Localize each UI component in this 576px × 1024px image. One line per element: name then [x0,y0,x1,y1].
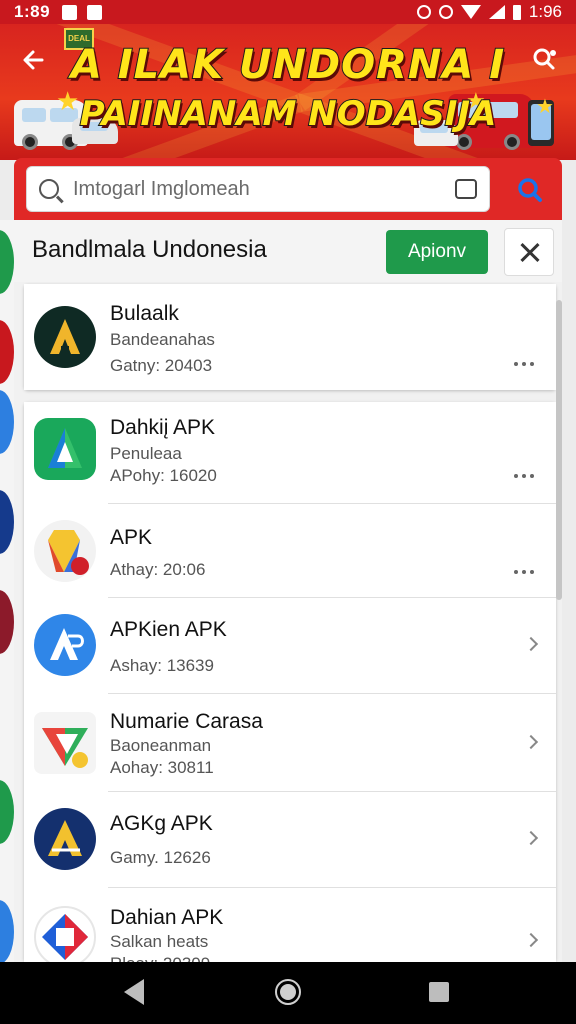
app-list-card: Dahkiį APK Penuleaa APohy: 16020 APK Ath… [24,402,556,962]
app-name: AGKg APK [110,812,213,835]
sheet-header: Bandlmala Undonesia Apionv [14,220,562,282]
status-bar: 1:89 1:96 [0,0,576,24]
battery-icon [512,4,521,20]
close-button[interactable] [504,228,554,276]
scrollbar-thumb[interactable] [556,300,562,600]
search-bar [26,166,490,212]
status-clock: 1:96 [528,2,562,21]
notification-icon [87,4,103,20]
app-meta: Aohay: 30811 [110,758,214,777]
app-meta: Gatny: 20403 [110,356,213,375]
agkg-app-icon [34,808,96,870]
nav-back-button[interactable] [124,979,144,1005]
app-row-3[interactable]: APKien APK Ashay: 13639 [24,598,556,694]
banner-title-line2: PAIINANAM NODASIJA [79,93,498,135]
app-meta: Rloay: 20309 [110,954,210,962]
search-icon [39,179,59,199]
app-meta: Athay: 20:06 [110,560,206,579]
app-name: Numarie Carasa [110,710,263,733]
app-meta: Ashay: 13639 [110,656,214,675]
status-right: 1:96 [416,2,562,22]
more-dot-icon [530,474,534,478]
system-nav-bar [0,962,576,1024]
numarie-app-icon [34,712,96,774]
nav-recents-button[interactable] [429,982,449,1002]
more-dot-icon [514,474,518,478]
dahkij-app-icon [34,418,96,480]
promo-banner: ★ ★ ★ DEAL A ILAK UNDORNA I PAIINANAM NO… [0,24,576,160]
app-row-6[interactable]: Dahian APK Salkan heats Rloay: 20309 [24,888,556,962]
more-dot-icon [514,570,518,574]
more-options-button[interactable] [514,472,534,480]
wifi-icon [460,5,481,19]
clock-icon [438,5,453,19]
more-dot-icon [530,570,534,574]
apply-button[interactable]: Apionv [386,230,488,274]
more-dot-icon [522,474,526,478]
search-button[interactable] [508,170,552,210]
app-row-0[interactable]: Bulaalk Bandeanahas Gatny: 20403 [24,284,556,390]
more-dot-icon [514,362,518,366]
magnify-share-icon [533,48,556,70]
featured-app-card: Bulaalk Bandeanahas Gatny: 20403 [24,284,556,390]
status-time: 1:89 [14,2,51,21]
app-name: APK [110,526,153,549]
app-meta: Gamy. 12626 [110,848,211,867]
app-meta: APohy: 16020 [110,466,217,485]
app-subtitle: Salkan heats [110,932,209,951]
app-row-4[interactable]: Numarie Carasa Baoneanman Aohay: 30811 [24,694,556,792]
app-subtitle: Baoneanman [110,736,212,755]
back-button[interactable] [16,42,52,78]
app-name: APKien APK [110,618,227,641]
notification-icons [62,4,103,20]
chevron-right-icon[interactable] [524,734,540,750]
sheet-title: Bandlmala Undonesia [32,236,267,263]
more-dot-icon [530,362,534,366]
app-row-5[interactable]: AGKg APK Gamy. 12626 [24,792,556,888]
app-list-sheet: Bandlmala Undonesia Apionv Bulaalk Bande… [14,220,562,962]
clipboard-icon[interactable] [455,179,477,199]
dahian-app-icon [34,906,96,962]
app-subtitle: Penuleaa [110,444,182,463]
notification-icon [62,4,78,20]
alarm-icon [416,5,431,19]
bulaalk-app-icon [34,306,96,368]
apkien-app-icon [34,614,96,676]
chevron-right-icon[interactable] [524,932,540,948]
app-name: Dahian APK [110,906,224,929]
signal-icon [488,5,505,19]
background-page-strip [0,220,14,964]
app-name: Bulaalk [110,302,179,325]
chevron-right-icon[interactable] [524,636,540,652]
nav-home-button[interactable] [275,979,301,1005]
app-row-1[interactable]: Dahkiį APK Penuleaa APohy: 16020 [24,402,556,504]
search-share-button[interactable] [526,42,562,78]
app-subtitle: Bandeanahas [110,330,215,349]
search-input[interactable] [73,177,447,201]
arrow-left-icon [23,50,44,70]
more-options-button[interactable] [514,360,534,368]
search-icon [518,178,542,202]
banner-title-line1: A ILAK UNDORNA I [70,41,506,89]
chevron-right-icon[interactable] [524,830,540,846]
more-dot-icon [522,570,526,574]
more-dot-icon [522,362,526,366]
apk-app-icon [34,520,96,582]
more-options-button[interactable] [514,568,534,576]
app-row-2[interactable]: APK Athay: 20:06 [24,504,556,598]
app-name: Dahkiį APK [110,416,216,439]
